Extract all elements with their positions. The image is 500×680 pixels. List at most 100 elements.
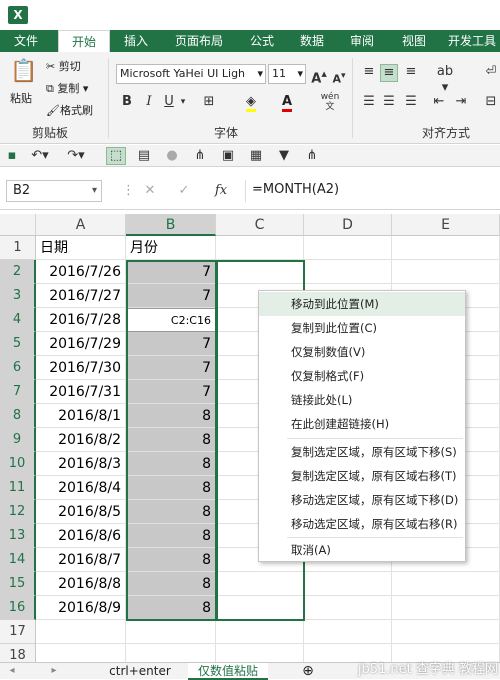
cell-b2[interactable]: 7 bbox=[126, 260, 216, 284]
cell-a17[interactable] bbox=[36, 620, 126, 644]
row-header[interactable]: 6 bbox=[0, 356, 36, 380]
cell-a8[interactable]: 2016/8/1 bbox=[36, 404, 126, 428]
cell-a10[interactable]: 2016/8/3 bbox=[36, 452, 126, 476]
row-header[interactable]: 4 bbox=[0, 308, 36, 332]
column-header-b[interactable]: B bbox=[126, 214, 216, 236]
row-header[interactable]: 3 bbox=[0, 284, 36, 308]
cell-a9[interactable]: 2016/8/2 bbox=[36, 428, 126, 452]
column-header-e[interactable]: E bbox=[392, 214, 500, 236]
align-top-icon[interactable]: ≡ bbox=[360, 64, 378, 80]
tab-page-layout[interactable]: 页面布局 bbox=[166, 30, 232, 52]
camera-icon[interactable]: ▣ bbox=[220, 148, 236, 164]
decrease-indent-icon[interactable]: ⇤ bbox=[430, 94, 448, 110]
row-header[interactable]: 1 bbox=[0, 236, 36, 260]
tab-view[interactable]: 视图 bbox=[392, 30, 436, 52]
column-header-c[interactable]: C bbox=[216, 214, 304, 236]
paste-values-icon[interactable]: ▤ bbox=[136, 148, 152, 164]
cell-a14[interactable]: 2016/8/7 bbox=[36, 548, 126, 572]
menu-item-link-here[interactable]: 链接此处(L) bbox=[259, 388, 465, 412]
row-header[interactable]: 12 bbox=[0, 500, 36, 524]
menu-item-copy-formats-only[interactable]: 仅复制格式(F) bbox=[259, 364, 465, 388]
cell-e17[interactable] bbox=[392, 620, 500, 644]
row-header[interactable]: 14 bbox=[0, 548, 36, 572]
cell-b7[interactable]: 7 bbox=[126, 380, 216, 404]
cell-d17[interactable] bbox=[304, 620, 392, 644]
cell-b1[interactable]: 月份 bbox=[126, 236, 216, 260]
chevron-down-icon[interactable]: ▾ bbox=[178, 94, 188, 110]
cell-b9[interactable]: 8 bbox=[126, 428, 216, 452]
row-header[interactable]: 10 bbox=[0, 452, 36, 476]
menu-item-copy-shift-right[interactable]: 复制选定区域，原有区域右移(T) bbox=[259, 464, 465, 488]
drag-tooltip[interactable]: C2:C16 bbox=[126, 308, 216, 332]
font-color-button[interactable]: A bbox=[278, 94, 296, 110]
row-header[interactable]: 7 bbox=[0, 380, 36, 404]
menu-item-copy-here[interactable]: 复制到此位置(C) bbox=[259, 316, 465, 340]
filter-icon[interactable]: ▼ bbox=[276, 148, 292, 164]
shrink-font-button[interactable]: A▾ bbox=[330, 68, 348, 88]
cell-b14[interactable]: 8 bbox=[126, 548, 216, 572]
tab-data[interactable]: 数据 bbox=[290, 30, 334, 52]
align-left-icon[interactable]: ☰ bbox=[360, 94, 378, 110]
undo-icon[interactable]: ↶▾ bbox=[30, 148, 50, 164]
font-name-select[interactable]: Microsoft YaHei UI Ligh▾ bbox=[116, 64, 266, 84]
row-header[interactable]: 15 bbox=[0, 572, 36, 596]
underline-button[interactable]: U bbox=[162, 94, 176, 110]
row-header[interactable]: 5 bbox=[0, 332, 36, 356]
copy-button[interactable]: ⧉ 复制 ▾ bbox=[46, 80, 88, 96]
cell-a16[interactable]: 2016/8/9 bbox=[36, 596, 126, 620]
cell-d2[interactable] bbox=[304, 260, 392, 284]
cell-a18[interactable] bbox=[36, 644, 126, 662]
enter-icon[interactable]: ✓ bbox=[176, 183, 192, 199]
chart-icon[interactable]: ▦ bbox=[248, 148, 264, 164]
menu-item-move-shift-down[interactable]: 移动选定区域，原有区域下移(D) bbox=[259, 488, 465, 512]
cell-b3[interactable]: 7 bbox=[126, 284, 216, 308]
row-header[interactable]: 16 bbox=[0, 596, 36, 620]
cell-b10[interactable]: 8 bbox=[126, 452, 216, 476]
cell-a11[interactable]: 2016/8/4 bbox=[36, 476, 126, 500]
font-size-select[interactable]: 11▾ bbox=[268, 64, 306, 84]
italic-button[interactable]: I bbox=[142, 94, 156, 110]
row-header[interactable]: 8 bbox=[0, 404, 36, 428]
tab-developer[interactable]: 开发工具 bbox=[444, 30, 500, 52]
align-bottom-icon[interactable]: ≡ bbox=[402, 64, 420, 80]
tab-review[interactable]: 审阅 bbox=[340, 30, 384, 52]
row-header[interactable]: 13 bbox=[0, 524, 36, 548]
cell-c1[interactable] bbox=[216, 236, 304, 260]
cell-c15[interactable] bbox=[216, 572, 304, 596]
menu-item-cancel[interactable]: 取消(A) bbox=[259, 538, 465, 562]
cell-b8[interactable]: 8 bbox=[126, 404, 216, 428]
cell-c2[interactable] bbox=[216, 260, 304, 284]
cell-b16[interactable]: 8 bbox=[126, 596, 216, 620]
cell-b17[interactable] bbox=[126, 620, 216, 644]
bold-button[interactable]: B bbox=[120, 94, 134, 110]
cell-b5[interactable]: 7 bbox=[126, 332, 216, 356]
formula-input[interactable]: =MONTH(A2) bbox=[245, 180, 497, 202]
text-orientation-icon[interactable]: ab ▾ bbox=[432, 64, 458, 96]
add-sheet-button[interactable]: ⊕ bbox=[298, 663, 318, 680]
cell-e2[interactable] bbox=[392, 260, 500, 284]
name-box[interactable]: B2▾ bbox=[6, 180, 102, 202]
menu-item-copy-values-only[interactable]: 仅复制数值(V) bbox=[259, 340, 465, 364]
cell-a13[interactable]: 2016/8/6 bbox=[36, 524, 126, 548]
cell-b6[interactable]: 7 bbox=[126, 356, 216, 380]
record-icon[interactable]: ● bbox=[164, 148, 180, 164]
cell-e16[interactable] bbox=[392, 596, 500, 620]
border-icon[interactable]: ⊞ bbox=[200, 94, 218, 110]
cell-c18[interactable] bbox=[216, 644, 304, 662]
save-icon[interactable]: ▪ bbox=[4, 148, 20, 164]
cell-b18[interactable] bbox=[126, 644, 216, 662]
tab-home[interactable]: 开始 bbox=[58, 30, 110, 54]
tab-formulas[interactable]: 公式 bbox=[240, 30, 284, 52]
cell-a3[interactable]: 2016/7/27 bbox=[36, 284, 126, 308]
column-header-a[interactable]: A bbox=[36, 214, 126, 236]
row-header[interactable]: 2 bbox=[0, 260, 36, 284]
cell-b15[interactable]: 8 bbox=[126, 572, 216, 596]
phonetic-guide-button[interactable]: wén文 bbox=[318, 92, 342, 112]
cell-a12[interactable]: 2016/8/5 bbox=[36, 500, 126, 524]
cell-b11[interactable]: 8 bbox=[126, 476, 216, 500]
cell-a15[interactable]: 2016/8/8 bbox=[36, 572, 126, 596]
redo-icon[interactable]: ↷▾ bbox=[66, 148, 86, 164]
wrap-text-icon[interactable]: ⏎ bbox=[484, 64, 498, 80]
menu-item-move-here[interactable]: 移动到此位置(M) bbox=[259, 292, 465, 316]
cell-e1[interactable] bbox=[392, 236, 500, 260]
